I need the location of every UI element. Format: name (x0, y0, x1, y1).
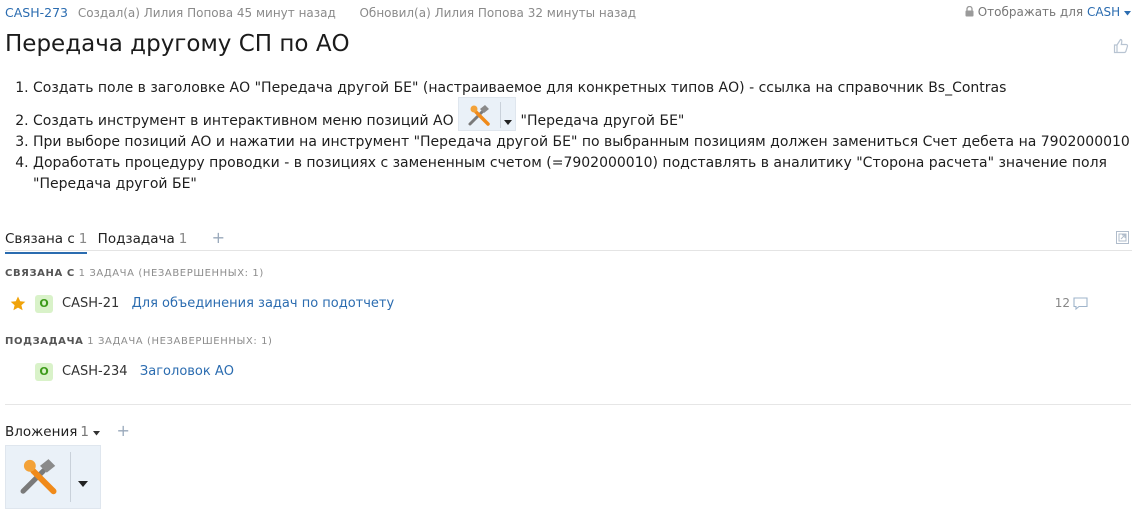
tabs-divider (5, 250, 1132, 251)
subtask-row[interactable]: O CASH-234 Заголовок АО (0, 362, 1137, 386)
like-icon[interactable] (1113, 38, 1129, 58)
star-icon[interactable] (10, 296, 26, 315)
tool-icon (18, 454, 62, 502)
comment-count[interactable]: 12 (1055, 296, 1088, 311)
visibility-project[interactable]: CASH (1087, 5, 1120, 19)
add-attachment-plus-icon[interactable]: + (117, 421, 130, 440)
description-item: При выборе позиций АО и нажатии на инстр… (33, 132, 1137, 153)
status-badge: O (35, 363, 53, 381)
issue-meta: CASH-273 Создал(а) Лилия Попова 45 минут… (5, 5, 636, 20)
issue-key-link[interactable]: CASH-273 (5, 5, 68, 20)
attachments-count: 1 (80, 424, 89, 440)
tool-icon (467, 103, 493, 134)
attachments-header: Вложения 1 + (5, 421, 130, 440)
section-divider (5, 404, 1131, 405)
issue-title[interactable]: Передача другому СП по АО (5, 31, 350, 57)
status-badge: O (35, 295, 53, 313)
attachment-thumbnail[interactable] (5, 445, 101, 509)
comment-icon (1070, 296, 1088, 311)
description-text: "Передача другой БЕ" (520, 113, 685, 129)
description-item: Создать поле в заголовке АО "Передача др… (33, 78, 1137, 99)
created-info: Создал(а) Лилия Попова 45 минут назад (77, 6, 336, 20)
issue-key-link[interactable]: CASH-234 (62, 364, 128, 379)
attachments-label[interactable]: Вложения (5, 424, 77, 440)
issue-summary-link[interactable]: Для объединения задач по подотчету (132, 296, 395, 311)
issue-key-link[interactable]: CASH-21 (62, 296, 119, 311)
description-list: Создать поле в заголовке АО "Передача др… (5, 78, 1137, 195)
lock-icon (965, 5, 974, 20)
subtask-section-label: ПОДЗАДАЧА 1 ЗАДАЧА (НЕЗАВЕРШЕННЫХ: 1) (5, 336, 273, 347)
caret-down-icon[interactable] (1124, 5, 1131, 19)
description-text: Создать инструмент в интерактивном меню … (33, 113, 454, 129)
caret-down-icon[interactable] (93, 424, 101, 440)
tab-subtask[interactable]: Подзадача 1 (98, 231, 188, 247)
related-issue-row[interactable]: O CASH-21 Для объединения задач по подот… (0, 294, 1137, 318)
add-link-plus-icon[interactable]: + (212, 228, 225, 247)
related-section-label: СВЯЗАНА С 1 ЗАДАЧА (НЕЗАВЕРШЕННЫХ: 1) (5, 268, 264, 279)
visibility-label: Отображать для (977, 5, 1084, 19)
updated-info: Обновил(а) Лилия Попова 32 минуты назад (359, 6, 637, 20)
description-item: Доработать процедуру проводки - в позици… (33, 153, 1137, 195)
tool-button-image (458, 97, 517, 134)
caret-down-icon (504, 111, 513, 132)
expand-icon[interactable] (1116, 229, 1129, 248)
description-item: Создать инструмент в интерактивном меню … (33, 97, 1137, 132)
visibility-control[interactable]: Отображать для CASH (965, 5, 1131, 20)
caret-down-icon (78, 472, 88, 491)
issue-summary-link[interactable]: Заголовок АО (140, 364, 234, 379)
